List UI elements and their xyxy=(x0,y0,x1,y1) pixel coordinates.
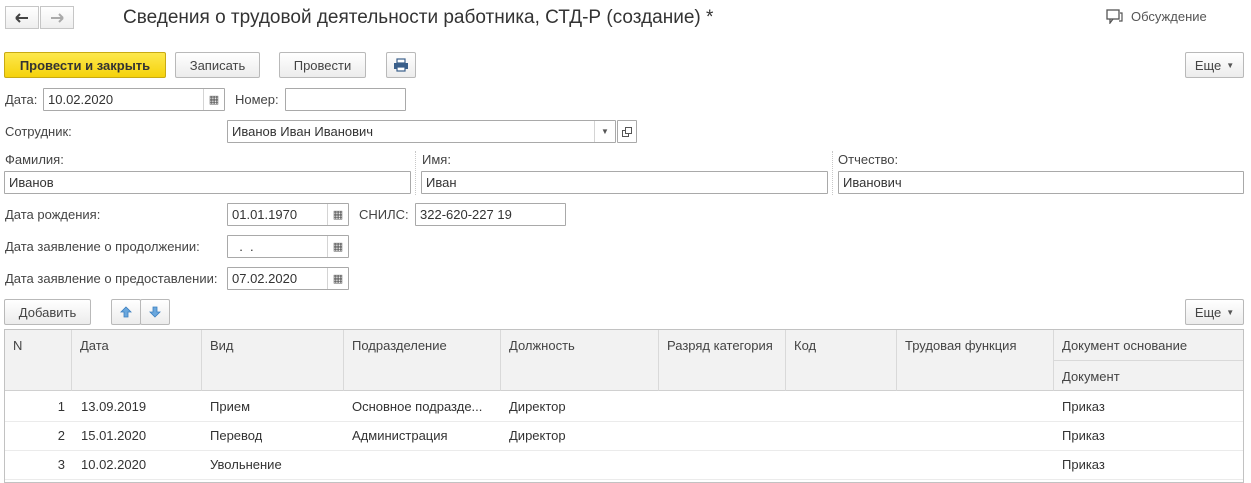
continue-date-field[interactable]: . . ▦ xyxy=(227,235,349,258)
cell-document: Приказ xyxy=(1062,428,1105,443)
arrow-down-icon xyxy=(149,306,161,318)
cell-kind: Перевод xyxy=(210,428,263,443)
table-row[interactable]: 1 13.09.2019 Прием Основное подразде... … xyxy=(5,392,1243,422)
cell-n: 1 xyxy=(57,399,65,414)
arrow-up-icon xyxy=(120,306,132,318)
header-n[interactable]: N xyxy=(5,330,72,391)
discussion-label: Обсуждение xyxy=(1131,9,1207,24)
lastname-field[interactable]: Иванов xyxy=(4,171,411,194)
more-button[interactable]: Еще ▼ xyxy=(1185,52,1244,78)
continue-date-value: . . xyxy=(232,239,254,254)
calendar-icon[interactable]: ▦ xyxy=(203,89,224,110)
date-value: 10.02.2020 xyxy=(48,92,114,107)
cell-kind: Прием xyxy=(210,399,251,414)
provide-date-label: Дата заявление о предоставлении: xyxy=(5,271,218,286)
birthdate-value: 01.01.1970 xyxy=(232,207,298,222)
employee-label: Сотрудник: xyxy=(5,124,72,139)
move-up-button[interactable] xyxy=(111,299,141,325)
employee-value: Иванов Иван Иванович xyxy=(232,124,374,139)
cell-position: Директор xyxy=(509,399,566,414)
firstname-label: Имя: xyxy=(422,152,451,167)
table-row[interactable]: 2 15.01.2020 Перевод Администрация Дирек… xyxy=(5,421,1243,451)
post-and-close-button[interactable]: Провести и закрыть xyxy=(4,52,166,78)
discussion-icon xyxy=(1106,9,1123,24)
cell-department: Основное подразде... xyxy=(352,399,483,414)
provide-date-value: 07.02.2020 xyxy=(232,271,298,286)
snils-label: СНИЛС: xyxy=(359,207,409,222)
cell-n: 3 xyxy=(57,457,65,472)
header-kind[interactable]: Вид xyxy=(202,330,344,391)
more-label: Еще xyxy=(1194,57,1222,73)
forward-button[interactable] xyxy=(40,6,74,29)
window-title: Сведения о трудовой деятельности работни… xyxy=(123,7,714,28)
birthdate-label: Дата рождения: xyxy=(5,207,101,222)
work-history-table[interactable]: N Дата Вид Подразделение Должность Разря… xyxy=(4,329,1244,483)
cell-kind: Увольнение xyxy=(210,457,282,472)
header-code[interactable]: Код xyxy=(786,330,897,391)
header-department[interactable]: Подразделение xyxy=(344,330,501,391)
table-row[interactable]: 3 10.02.2020 Увольнение Приказ xyxy=(5,450,1243,480)
employee-field[interactable]: Иванов Иван Иванович ▼ xyxy=(227,120,616,143)
dropdown-arrow-icon: ▼ xyxy=(1226,60,1235,70)
header-labor-function[interactable]: Трудовая функция xyxy=(897,330,1054,391)
snils-field[interactable]: 322-620-227 19 xyxy=(415,203,566,226)
header-doc-basis[interactable]: Документ основание xyxy=(1054,330,1243,361)
header-position[interactable]: Должность xyxy=(501,330,659,391)
cell-date: 15.01.2020 xyxy=(81,428,147,443)
cell-position: Директор xyxy=(509,428,566,443)
number-label: Номер: xyxy=(235,92,279,107)
discussion-link[interactable]: Обсуждение xyxy=(1106,9,1207,24)
middlename-label: Отчество: xyxy=(838,152,899,167)
save-button[interactable]: Записать xyxy=(175,52,260,78)
date-label: Дата: xyxy=(5,92,38,107)
header-document[interactable]: Документ xyxy=(1054,361,1243,391)
open-icon xyxy=(622,126,632,137)
cell-document: Приказ xyxy=(1062,457,1105,472)
firstname-value: Иван xyxy=(426,175,457,190)
header-grade[interactable]: Разряд категория xyxy=(659,330,786,391)
cell-n: 2 xyxy=(57,428,65,443)
cell-date: 13.09.2019 xyxy=(81,399,147,414)
lastname-value: Иванов xyxy=(9,175,54,190)
cell-document: Приказ xyxy=(1062,399,1105,414)
calendar-icon[interactable]: ▦ xyxy=(327,268,348,289)
move-down-button[interactable] xyxy=(140,299,170,325)
snils-value: 322-620-227 19 xyxy=(420,207,512,222)
column-divider xyxy=(832,151,834,195)
dropdown-arrow-icon: ▼ xyxy=(1226,307,1235,317)
continue-date-label: Дата заявление о продолжении: xyxy=(5,239,200,254)
provide-date-field[interactable]: 07.02.2020 ▦ xyxy=(227,267,349,290)
printer-icon xyxy=(394,58,408,72)
arrow-right-icon xyxy=(51,12,64,23)
post-button[interactable]: Провести xyxy=(279,52,366,78)
middlename-value: Иванович xyxy=(843,175,902,190)
birthdate-field[interactable]: 01.01.1970 ▦ xyxy=(227,203,349,226)
cell-date: 10.02.2020 xyxy=(81,457,147,472)
cell-department xyxy=(352,450,497,479)
header-date[interactable]: Дата xyxy=(72,330,202,391)
firstname-field[interactable]: Иван xyxy=(421,171,828,194)
arrow-left-icon xyxy=(15,12,28,23)
calendar-icon[interactable]: ▦ xyxy=(327,204,348,225)
table-more-label: Еще xyxy=(1194,304,1222,320)
open-employee-button[interactable] xyxy=(617,120,637,143)
date-field[interactable]: 10.02.2020 ▦ xyxy=(43,88,225,111)
number-field[interactable] xyxy=(285,88,406,111)
table-more-button[interactable]: Еще ▼ xyxy=(1185,299,1244,325)
middlename-field[interactable]: Иванович xyxy=(838,171,1244,194)
calendar-icon[interactable]: ▦ xyxy=(327,236,348,257)
print-button[interactable] xyxy=(386,52,416,78)
chevron-down-icon[interactable]: ▼ xyxy=(594,121,615,142)
cell-department: Администрация xyxy=(352,428,448,443)
add-row-button[interactable]: Добавить xyxy=(4,299,91,325)
column-divider xyxy=(415,151,417,195)
lastname-label: Фамилия: xyxy=(5,152,64,167)
back-button[interactable] xyxy=(5,6,39,29)
